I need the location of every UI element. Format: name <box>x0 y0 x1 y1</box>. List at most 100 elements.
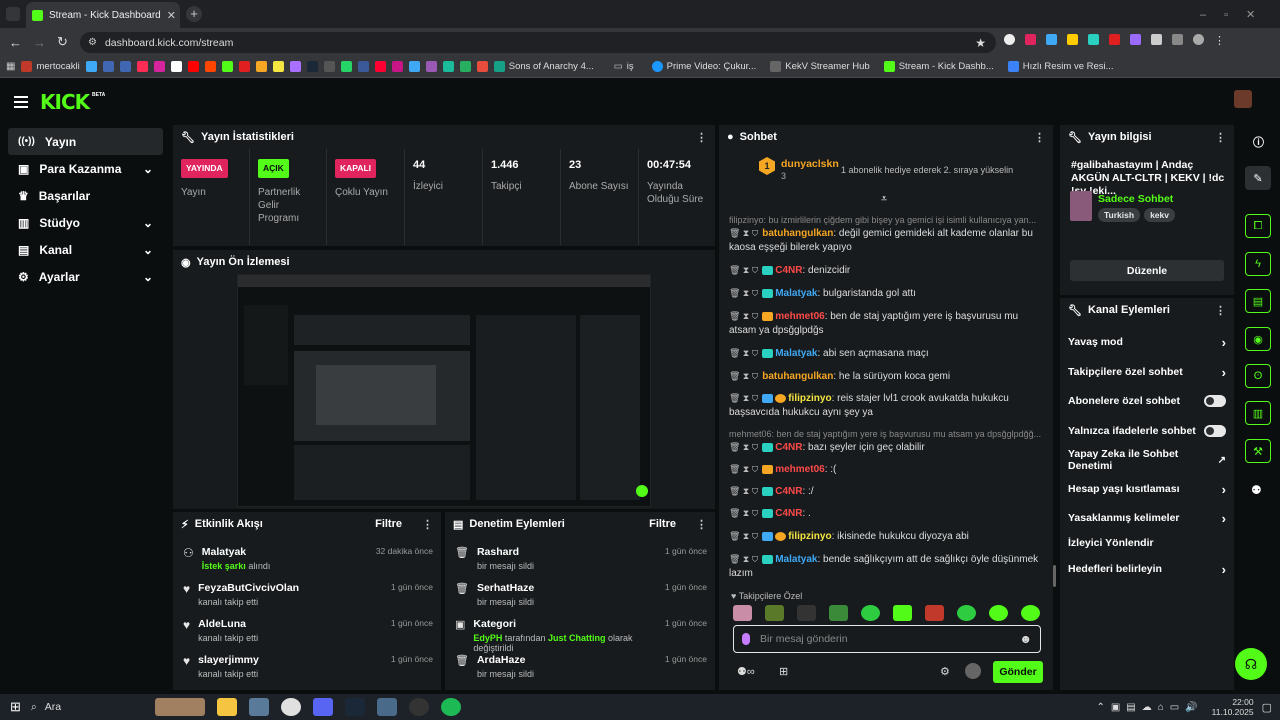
forward-icon[interactable]: → <box>33 35 46 50</box>
extensions-puzzle-icon[interactable] <box>1151 34 1162 45</box>
chat-message[interactable]: 🗑︎ ⧗ ⛉ batuhangulkan: değil gemici gemide… <box>729 226 1043 255</box>
discord-icon[interactable] <box>312 698 333 716</box>
chat-username[interactable]: C4NR <box>775 265 802 276</box>
bookmark-item[interactable]: KekV Streamer Hub <box>770 61 870 72</box>
new-tab-icon[interactable]: + <box>186 6 202 22</box>
chat-input[interactable]: Bir mesaj gönderin ☻ <box>733 625 1041 653</box>
chat-username[interactable]: batuhangulkan <box>762 371 833 382</box>
chat-username[interactable]: batuhangulkan <box>762 228 833 239</box>
chat-message[interactable]: 🗑︎ ⧗ ⛉ Malatyak: abi sen açmasana maçı <box>729 346 1043 361</box>
edit-pencil-icon[interactable]: ✎ <box>1245 166 1271 190</box>
extension-icon[interactable] <box>1109 34 1120 45</box>
info-icon[interactable]: ⓘ <box>1253 134 1264 150</box>
sidebar-item-ayarlar[interactable]: ⚙ Ayarlar ⌄ <box>8 263 163 290</box>
chat-username[interactable]: Malatyak <box>775 288 817 299</box>
profile-avatar-icon[interactable] <box>1193 34 1204 45</box>
chat-message[interactable]: 🗑︎ ⧗ ⛉ filipzinyo: reis stajer lvl1 crook… <box>729 391 1043 420</box>
scroll-down-icon[interactable]: ⩡ <box>881 193 887 206</box>
category-thumbnail[interactable] <box>1070 191 1092 221</box>
address-bar[interactable]: ⚙ dashboard.kick.com/stream ★ <box>80 32 996 53</box>
bookmark-icon[interactable] <box>85 61 97 72</box>
chat-avatar-icon[interactable] <box>965 663 981 679</box>
chat-username[interactable]: filipzinyo <box>788 531 831 542</box>
emote-icon[interactable] <box>1021 605 1040 621</box>
emote-icon[interactable] <box>733 605 752 621</box>
extension-icon[interactable] <box>1067 34 1078 45</box>
user-avatar[interactable] <box>1234 90 1252 108</box>
emoji-icon[interactable]: ☻ <box>1019 632 1032 646</box>
mod-tools-icon[interactable]: 🗑︎ ⧗ ⛉ <box>729 309 758 323</box>
adblock-icon[interactable] <box>1025 34 1036 45</box>
chat-username[interactable]: Malatyak <box>775 348 817 359</box>
bookmark-icon[interactable] <box>357 61 369 72</box>
obs-icon[interactable] <box>408 698 429 716</box>
more-options-icon[interactable]: ⋮ <box>696 518 707 531</box>
filter-button[interactable]: Filtre <box>375 518 402 530</box>
extension-icon[interactable] <box>1088 34 1099 45</box>
widgets-icon[interactable] <box>154 698 205 716</box>
kick-logo[interactable]: KICK <box>40 90 90 114</box>
emote-icon[interactable] <box>765 605 784 621</box>
emote-icon[interactable] <box>893 605 912 621</box>
hamburger-menu-icon[interactable] <box>14 96 28 108</box>
bookmark-item[interactable]: mertocakli <box>21 61 80 72</box>
bookmark-icon[interactable] <box>408 61 420 72</box>
mod-tools-icon[interactable]: 🗑︎ ⧗ ⛉ <box>729 369 758 383</box>
instagram-icon[interactable] <box>153 61 165 72</box>
site-info-icon[interactable]: ⚙ <box>88 37 97 48</box>
close-tab-icon[interactable]: ✕ <box>167 9 176 22</box>
taskbar-search[interactable]: ⌕ Ara <box>31 697 149 717</box>
tab-search-button[interactable] <box>6 7 20 21</box>
tag-pill[interactable]: kekv <box>1144 208 1175 222</box>
moderation-widget-icon[interactable]: ▥ <box>1245 401 1271 425</box>
mod-tools-icon[interactable]: 🗑︎ ⧗ ⛉ <box>729 286 758 300</box>
youtube-icon[interactable] <box>187 61 199 72</box>
windows-start-icon[interactable]: ⊞ <box>10 699 21 715</box>
chat-username[interactable]: C4NR <box>775 508 802 519</box>
bookmark-icon[interactable] <box>476 61 488 72</box>
dashboard-widget-icon[interactable]: ⧠ <box>1245 214 1271 238</box>
bookmark-item[interactable]: Sons of Anarchy 4... <box>493 61 594 72</box>
extension-icon[interactable] <box>1046 34 1057 45</box>
sidebar-item-basarilar[interactable]: ♛ Başarılar <box>8 182 163 209</box>
bookmark-icon[interactable] <box>272 61 284 72</box>
chat-widget-icon[interactable]: ◉ <box>1245 327 1271 351</box>
chat-username[interactable]: Malatyak <box>775 554 817 565</box>
window-controls[interactable]: –▫✕ <box>1200 8 1273 21</box>
bookmark-icon[interactable] <box>136 61 148 72</box>
bookmark-icon[interactable] <box>204 61 216 72</box>
mod-tools-icon[interactable]: 🗑︎ ⧗ ⛉ <box>729 391 758 405</box>
chat-message[interactable]: 🗑︎ ⧗ ⛉ Malatyak: bulgaristanda gol attı <box>729 286 1043 301</box>
filter-button[interactable]: Filtre <box>649 518 676 530</box>
edit-button[interactable]: Düzenle <box>1070 260 1224 281</box>
reload-icon[interactable]: ↻ <box>57 34 68 50</box>
microphone-icon[interactable] <box>742 633 750 645</box>
taskbar-clock[interactable]: 22:00 11.10.2025 <box>1212 697 1254 717</box>
channel-action-account-age[interactable]: Hesap yaşı kısıtlaması › <box>1068 478 1226 500</box>
file-explorer-icon[interactable] <box>216 698 237 716</box>
support-headset-icon[interactable]: ☊ <box>1235 648 1267 680</box>
stream-category[interactable]: Sadece Sohbet <box>1098 193 1173 205</box>
channel-action-ai-moderation[interactable]: Yapay Zeka ile Sohbet Denetimi ↗ <box>1068 448 1226 472</box>
steam-icon[interactable] <box>344 698 365 716</box>
more-options-icon[interactable]: ⋮ <box>1215 304 1226 317</box>
chat-scrollbar[interactable] <box>1053 565 1056 587</box>
spotify-icon[interactable] <box>440 698 461 716</box>
twitch-icon[interactable] <box>289 61 301 72</box>
chat-username[interactable]: C4NR <box>775 486 802 497</box>
channel-action-followers-only[interactable]: Takipçilere özel sohbet › <box>1068 361 1226 383</box>
sidebar-item-yayin[interactable]: ((•)) Yayın <box>8 128 163 155</box>
kick-icon[interactable] <box>221 61 233 72</box>
chat-message[interactable]: 🗑︎ ⧗ ⛉ C4NR: bazı şeyler için geç olabili… <box>729 440 1043 455</box>
emote-only-toggle[interactable] <box>1204 425 1226 437</box>
whatsapp-icon[interactable] <box>340 61 352 72</box>
bookmark-icon[interactable] <box>425 61 437 72</box>
bookmark-icon[interactable] <box>459 61 471 72</box>
bookmark-icon[interactable] <box>323 61 335 72</box>
users-widget-icon[interactable]: ⚉ <box>1251 483 1262 497</box>
app-icon[interactable] <box>376 698 397 716</box>
bookmark-star-icon[interactable]: ★ <box>975 36 986 50</box>
chat-settings-icon[interactable]: ⚙ <box>940 665 950 678</box>
broadcast-widget-icon[interactable]: ʘ <box>1245 364 1271 388</box>
chat-username[interactable]: C4NR <box>775 442 802 453</box>
